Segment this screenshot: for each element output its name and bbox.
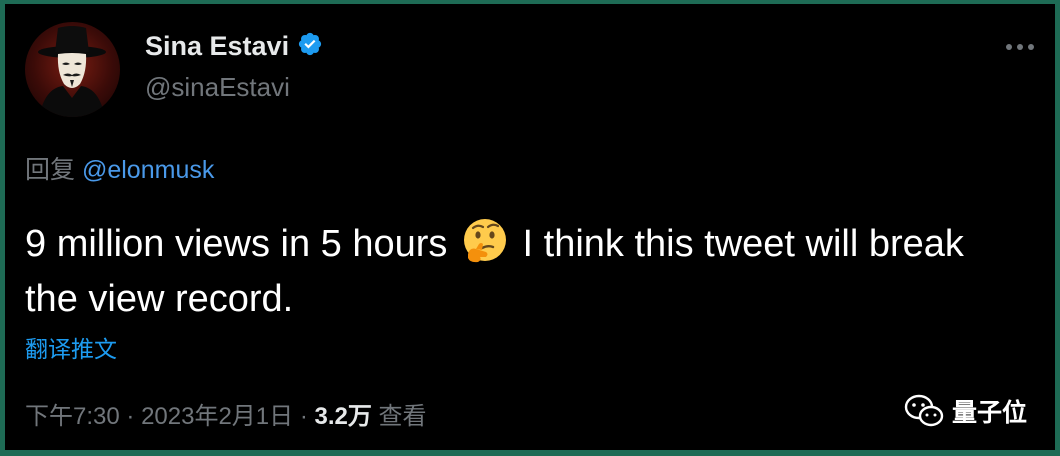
user-handle[interactable]: @sinaEstavi — [145, 71, 290, 103]
watermark: 量子位 — [904, 393, 1027, 429]
thinking-face-icon — [460, 216, 510, 266]
tweet-date[interactable]: 2023年2月1日 — [141, 403, 293, 430]
verified-badge-icon — [297, 31, 323, 62]
tweet-text-part1: 9 million views in 5 hours — [25, 223, 448, 265]
meta-separator: · — [126, 403, 135, 430]
views-label[interactable]: 查看 — [379, 403, 427, 430]
translate-tweet-link[interactable]: 翻译推文 — [25, 334, 117, 364]
avatar[interactable] — [25, 22, 120, 117]
tweet-card: Sina Estavi @sinaEstavi 回复 @elonmusk 9 m… — [5, 4, 1055, 450]
tweet-time[interactable]: 下午7:30 — [25, 403, 120, 430]
more-options-button[interactable] — [1003, 34, 1037, 60]
reply-mention-link[interactable]: @elonmusk — [82, 156, 214, 184]
meta-separator: · — [299, 403, 308, 430]
display-name[interactable]: Sina Estavi — [145, 30, 289, 62]
more-horizontal-icon — [1006, 44, 1034, 50]
name-row: Sina Estavi — [145, 30, 323, 62]
tweet-text: 9 million views in 5 hours I think this … — [25, 216, 1015, 327]
reply-prefix: 回复 — [25, 156, 76, 184]
views-count[interactable]: 3.2万 — [315, 403, 372, 430]
tweet-meta: 下午7:30 · 2023年2月1日 · 3.2万 查看 — [25, 401, 427, 433]
reply-context: 回复 @elonmusk — [25, 154, 214, 186]
wechat-icon — [904, 394, 944, 427]
guy-fawkes-mask-avatar-icon — [38, 26, 106, 117]
watermark-text: 量子位 — [951, 399, 1027, 427]
